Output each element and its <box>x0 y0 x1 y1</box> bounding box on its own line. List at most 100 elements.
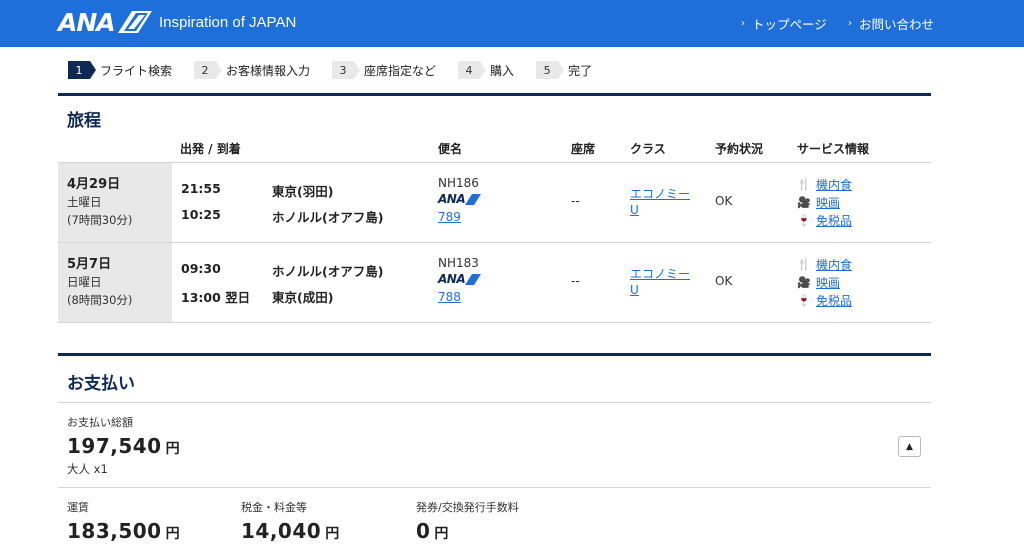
class-link[interactable]: エコノミー <box>630 265 698 282</box>
top-header-bar: ANA Inspiration of JAPAN › トップページ › お問い合… <box>0 0 1024 47</box>
flight-duration: (7時間30分) <box>67 213 133 227</box>
step-number: 4 <box>458 61 487 79</box>
class-code-link[interactable]: U <box>630 283 639 297</box>
currency-unit: 円 <box>434 526 449 542</box>
service-label: 映画 <box>816 276 841 290</box>
service-label: 免税品 <box>816 214 853 228</box>
contact-link[interactable]: › お問い合わせ <box>848 14 934 33</box>
fare-amount: 183,500 円 <box>67 519 180 543</box>
table-divider <box>58 322 931 323</box>
meal-icon: 🍴 <box>797 178 811 191</box>
flight-duration: (8時間30分) <box>67 293 133 307</box>
arrival-time: 10:25 <box>181 207 221 222</box>
seat-value: -- <box>571 194 580 208</box>
class-code-link[interactable]: U <box>630 203 639 217</box>
booking-status: OK <box>715 194 733 208</box>
contact-link-label: お問い合わせ <box>859 17 935 32</box>
class-link[interactable]: エコノミー <box>630 185 698 202</box>
total-label: お支払い総額 <box>67 416 133 429</box>
arrival-time: 13:00 翌日 <box>181 290 251 305</box>
flight-number: NH183 <box>438 256 479 270</box>
aircraft-link[interactable]: 788 <box>438 290 461 304</box>
total-amount-value: 197,540 <box>67 434 162 458</box>
taxes-amount-value: 14,040 <box>241 519 322 543</box>
movie-icon: 🎥 <box>797 196 811 209</box>
step-label: 座席指定など <box>364 63 437 78</box>
tagline: Inspiration of JAPAN <box>159 14 297 31</box>
itinerary-title: 旅程 <box>67 111 101 131</box>
step-number: 3 <box>332 61 361 79</box>
col-seat: 座席 <box>571 142 596 156</box>
table-divider <box>58 162 931 163</box>
service-meal[interactable]: 🍴 機内食 <box>797 176 852 193</box>
ana-stripe-icon <box>465 193 482 205</box>
meal-icon: 🍴 <box>797 258 811 271</box>
booking-status: OK <box>715 274 733 288</box>
col-status: 予約状況 <box>715 142 764 156</box>
step-number: 2 <box>194 61 223 79</box>
payment-title: お支払い <box>67 374 135 394</box>
service-movie[interactable]: 🎥 映画 <box>797 274 840 291</box>
step-customer-info: 2 お客様情報入力 <box>194 61 310 79</box>
col-flight: 便名 <box>438 142 463 156</box>
flight-number: NH186 <box>438 176 479 190</box>
departure-place: ホノルル(オアフ島) <box>272 264 384 279</box>
flight-date: 5月7日 <box>67 257 112 272</box>
service-duty-free[interactable]: 🍷 免税品 <box>797 212 852 229</box>
itinerary-divider <box>58 93 931 96</box>
service-label: 免税品 <box>816 294 853 308</box>
step-label: 完了 <box>568 63 593 78</box>
ana-mini-logo: ANA <box>438 272 482 286</box>
collapse-button[interactable]: ▲ <box>898 436 921 457</box>
triangle-up-icon: ▲ <box>906 441 913 452</box>
logo-text: ANA <box>58 7 116 37</box>
date-cell: 5月7日 日曜日 (8時間30分) <box>58 243 172 322</box>
service-meal[interactable]: 🍴 機内食 <box>797 256 852 273</box>
date-cell: 4月29日 土曜日 (7時間30分) <box>58 163 172 242</box>
departure-time: 09:30 <box>181 261 221 276</box>
arrival-place: 東京(成田) <box>272 290 334 305</box>
ticketing-fee-label: 発券/交換発行手数料 <box>416 501 519 514</box>
step-label: フライト検索 <box>100 63 173 78</box>
movie-icon: 🎥 <box>797 276 811 289</box>
payment-total-divider <box>58 487 931 488</box>
flight-date: 4月29日 <box>67 177 121 192</box>
service-label: 機内食 <box>816 178 853 192</box>
currency-unit: 円 <box>165 441 181 457</box>
fare-label: 運賃 <box>67 501 89 514</box>
ana-mini-logo-text: ANA <box>438 192 466 206</box>
top-page-link[interactable]: › トップページ <box>741 14 827 33</box>
service-label: 映画 <box>816 196 841 210</box>
fare-amount-value: 183,500 <box>67 519 162 543</box>
passenger-count: 大人 x1 <box>67 462 108 476</box>
currency-unit: 円 <box>325 526 340 542</box>
chevron-right-icon: › <box>848 18 852 29</box>
step-seat-selection: 3 座席指定など <box>332 61 436 79</box>
step-label: 購入 <box>490 63 515 78</box>
ana-stripe-icon <box>465 273 482 285</box>
flight-weekday: 土曜日 <box>67 195 102 209</box>
departure-time: 21:55 <box>181 181 221 196</box>
step-flight-search: 1 フライト検索 <box>68 61 172 79</box>
seat-value: -- <box>571 274 580 288</box>
ana-mini-logo-text: ANA <box>438 272 466 286</box>
step-number: 1 <box>68 61 96 79</box>
ticketing-fee-amount: 0円 <box>416 519 449 543</box>
logo-stripe-icon <box>117 11 152 33</box>
aircraft-link[interactable]: 789 <box>438 210 461 224</box>
payment-divider <box>58 353 931 356</box>
col-services: サービス情報 <box>797 142 870 156</box>
chevron-right-icon: › <box>741 18 745 29</box>
progress-steps: 1 フライト検索 2 お客様情報入力 3 座席指定など 4 購入 5 完了 <box>68 61 614 79</box>
service-label: 機内食 <box>816 258 853 272</box>
ana-logo[interactable]: ANA <box>58 7 152 37</box>
departure-place: 東京(羽田) <box>272 184 334 199</box>
service-movie[interactable]: 🎥 映画 <box>797 194 840 211</box>
step-purchase: 4 購入 <box>458 61 514 79</box>
taxes-label: 税金・料金等 <box>241 501 307 514</box>
service-duty-free[interactable]: 🍷 免税品 <box>797 292 852 309</box>
taxes-amount: 14,040 円 <box>241 519 340 543</box>
top-page-link-label: トップページ <box>752 17 827 32</box>
col-dep-arr: 出発 / 到着 <box>180 142 241 156</box>
col-class: クラス <box>630 142 666 156</box>
